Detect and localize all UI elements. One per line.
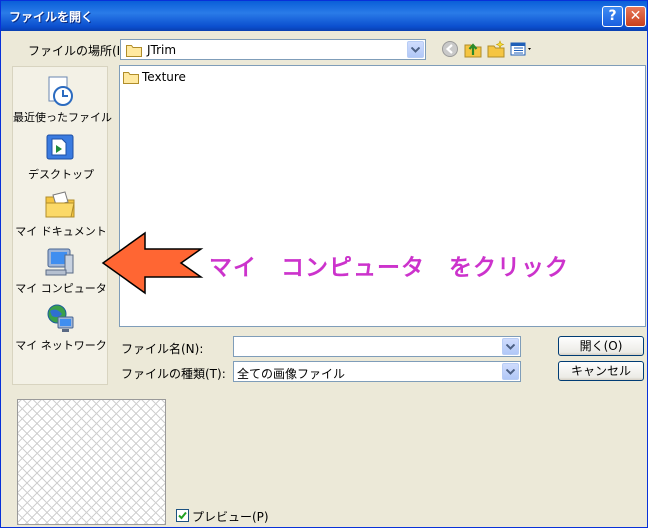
preview-checkbox[interactable] [176,509,189,522]
title-bar[interactable]: ファイルを開く ? ✕ [1,1,647,31]
place-label: 最近使ったファイル [13,111,112,124]
up-folder-icon[interactable] [464,40,482,58]
look-in-dropdown[interactable]: JTrim [120,39,426,60]
view-menu-icon[interactable] [510,40,534,58]
chevron-down-icon[interactable] [407,41,424,58]
filetype-label: ファイルの種類(T): [121,367,226,381]
chevron-down-icon[interactable] [502,363,519,380]
place-label: マイ コンピュータ [15,282,107,295]
my-computer-icon [45,248,74,276]
annotation-text: マイ コンピュータ をクリック [209,255,569,281]
place-label: マイ ネットワーク [15,339,107,352]
filetype-dropdown[interactable]: 全ての画像ファイル [233,361,521,382]
place-desktop[interactable]: デスクトップ [13,128,109,184]
new-folder-icon[interactable] [487,40,505,58]
my-network-icon [47,304,74,332]
open-button[interactable]: 開く(O) [558,336,644,356]
look-in-value: JTrim [147,43,177,57]
preview-pane [17,399,166,525]
back-icon[interactable] [441,40,459,58]
look-in-label: ファイルの場所(I): [28,44,129,58]
filetype-value: 全ての画像ファイル [237,367,346,381]
cancel-button[interactable]: キャンセル [558,361,644,381]
open-file-dialog: ファイルを開く ? ✕ ファイルの場所(I): JTrim 最近使ったファイル … [0,0,648,528]
places-bar: 最近使ったファイル デスクトップ マイ ドキュメント マイ コンピュータ マイ … [12,66,112,385]
recent-icon [48,76,73,106]
place-recent[interactable]: 最近使ったファイル [13,71,112,127]
folder-icon [126,45,142,57]
filename-input[interactable] [233,336,521,357]
filename-label: ファイル名(N): [121,342,204,356]
place-label: デスクトップ [28,168,94,181]
close-button[interactable]: ✕ [625,6,646,27]
place-my-computer[interactable]: マイ コンピュータ [13,242,109,298]
folder-icon [123,72,139,84]
file-name: Texture [142,70,186,84]
place-my-network[interactable]: マイ ネットワーク [13,299,109,355]
chevron-down-icon[interactable] [502,338,519,355]
place-label: マイ ドキュメント [15,225,107,238]
my-documents-icon [45,191,75,218]
place-my-documents[interactable]: マイ ドキュメント [13,185,109,241]
window-title: ファイルを開く [9,10,94,24]
help-button[interactable]: ? [602,6,623,27]
annotation-arrow-icon [101,231,204,295]
desktop-icon [46,134,74,160]
preview-checkbox-label[interactable]: プレビュー(P) [192,508,269,525]
